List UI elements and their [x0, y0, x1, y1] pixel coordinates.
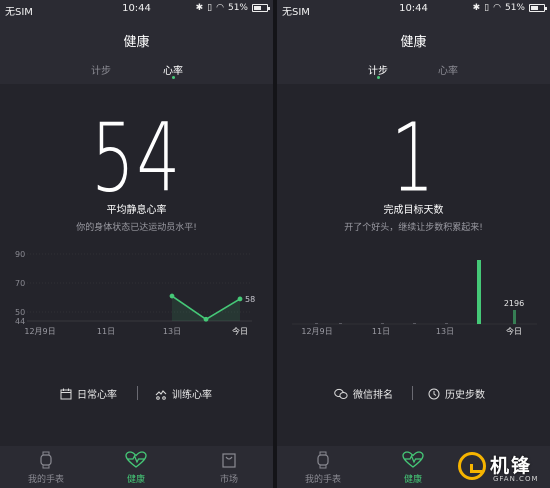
wechat-ranking-label: 微信排名: [353, 390, 393, 401]
tab-heart-rate-label: 心率: [438, 66, 458, 77]
x-tick-label: 12月9日: [24, 327, 55, 336]
x-tick-label: 13日: [436, 327, 454, 336]
x-tick-label: 11日: [97, 327, 115, 336]
tab-bar: 计步 心率: [277, 62, 550, 82]
heartbeat-icon: [125, 451, 147, 468]
y-tick-label: 70: [15, 279, 25, 288]
daily-heart-rate-label: 日常心率: [77, 390, 117, 401]
watermark: 机锋 GFAN.COM: [458, 448, 548, 486]
tab-steps-label: 计步: [91, 66, 111, 77]
y-tick-label: 50: [15, 308, 25, 317]
watch-icon: [317, 451, 329, 469]
resting-heart-rate-label: 平均静息心率: [106, 205, 167, 216]
status-icons: ✱ ▯ ◠ 51%: [472, 3, 547, 13]
running-heart-icon: [155, 389, 167, 400]
nav-health-label: 健康: [403, 475, 422, 485]
bar-today: [513, 310, 516, 324]
heart-rate-screen: 无SIM 10:44 ✱ ▯ ◠ 51% 健康 计步 心率 54 平均静息心率 …: [0, 0, 273, 488]
training-heart-rate-button[interactable]: 训练心率: [154, 386, 212, 401]
resting-heart-rate-value: 54: [91, 103, 182, 213]
action-divider: [137, 386, 138, 400]
status-bar: 无SIM 10:44 ✱ ▯ ◠ 51%: [0, 0, 273, 19]
steps-message: 开了个好头，继续让步数积累起来!: [344, 223, 483, 233]
nav-my-watch-label: 我的手表: [27, 475, 64, 485]
active-tab-indicator: [171, 76, 175, 79]
vibrate-icon: ▯: [207, 3, 213, 13]
bluetooth-icon: ✱: [195, 3, 204, 13]
status-icons: ✱ ▯ ◠ 51%: [195, 3, 270, 13]
action-divider: [412, 386, 413, 400]
heartbeat-icon: [402, 451, 424, 468]
watermark-brand: 机锋: [490, 455, 533, 477]
data-point: [169, 293, 175, 299]
x-tick-label: 今日: [506, 326, 522, 336]
status-bar: 无SIM 10:44 ✱ ▯ ◠ 51%: [277, 0, 550, 19]
bag-icon: [222, 453, 236, 468]
tab-bar: 计步 心率: [0, 62, 273, 82]
heart-rate-message: 你的身体状态已达运动员水平!: [76, 223, 197, 233]
battery-label: 51%: [227, 3, 248, 13]
nav-market[interactable]: 市场: [199, 451, 259, 485]
nav-health-label: 健康: [126, 475, 145, 485]
wechat-ranking-button[interactable]: 微信排名: [334, 386, 393, 401]
y-tick-label: 44: [15, 317, 25, 326]
data-label: 58: [245, 295, 255, 304]
bar-baseline: [315, 323, 318, 324]
nav-my-watch[interactable]: 我的手表: [293, 451, 353, 485]
clock-icon: [428, 388, 440, 399]
page-title: 健康: [400, 35, 427, 50]
bar-baseline: [381, 323, 384, 324]
bottom-nav: 我的手表 健康 市场: [0, 446, 273, 488]
training-heart-rate-label: 训练心率: [172, 390, 212, 401]
bar-baseline: [339, 323, 342, 324]
tab-heart-rate[interactable]: 心率: [438, 62, 458, 77]
data-label: 2196: [504, 299, 524, 308]
wifi-icon: ◠: [216, 3, 224, 13]
nav-health[interactable]: 健康: [383, 451, 443, 485]
battery-icon: [529, 4, 547, 12]
vibrate-icon: ▯: [484, 3, 490, 13]
x-tick-label: 13日: [163, 327, 181, 336]
watermark-logo: [458, 452, 486, 480]
x-tick-label: 今日: [232, 326, 248, 336]
nav-health[interactable]: 健康: [106, 451, 166, 485]
steps-chart[interactable]: 12月9日 11日 13日 今日 2196: [277, 240, 550, 340]
bluetooth-icon: ✱: [472, 3, 481, 13]
wechat-icon: [334, 388, 348, 399]
watermark-url: GFAN.COM: [493, 475, 539, 483]
data-point: [237, 296, 243, 302]
step-history-button[interactable]: 历史步数: [428, 386, 485, 401]
step-history-label: 历史步数: [445, 390, 485, 401]
bar-baseline: [413, 323, 416, 324]
nav-my-watch-label: 我的手表: [304, 475, 341, 485]
heart-rate-actions: 日常心率 训练心率: [0, 386, 273, 402]
battery-icon: [252, 4, 270, 12]
battery-label: 51%: [504, 3, 525, 13]
nav-my-watch[interactable]: 我的手表: [16, 451, 76, 485]
goal-days-label: 完成目标天数: [383, 205, 444, 216]
tab-steps[interactable]: 计步: [91, 62, 111, 77]
wifi-icon: ◠: [493, 3, 501, 13]
x-tick-label: 11日: [372, 327, 390, 336]
steps-actions: 微信排名 历史步数: [277, 386, 550, 402]
steps-screen: 无SIM 10:44 ✱ ▯ ◠ 51% 健康 计步 心率 1 完成目标天数 开…: [277, 0, 550, 488]
active-tab-indicator: [376, 76, 380, 79]
goal-days-value: 1: [390, 103, 437, 213]
calendar-heart-icon: [60, 388, 72, 399]
x-tick-label: 12月9日: [301, 327, 332, 336]
nav-market-label: 市场: [219, 475, 238, 485]
watch-icon: [40, 451, 52, 469]
tab-heart-rate[interactable]: 心率: [163, 62, 183, 79]
daily-heart-rate-button[interactable]: 日常心率: [60, 386, 117, 401]
bar-goal-day: [477, 260, 481, 324]
page-title: 健康: [123, 35, 150, 50]
y-tick-label: 90: [15, 250, 25, 259]
heart-rate-chart[interactable]: 90 70 504412月9日 11日 13日 今日 58: [0, 240, 273, 340]
bar-baseline: [445, 323, 448, 324]
tab-steps[interactable]: 计步: [368, 62, 388, 79]
data-point: [203, 316, 209, 322]
